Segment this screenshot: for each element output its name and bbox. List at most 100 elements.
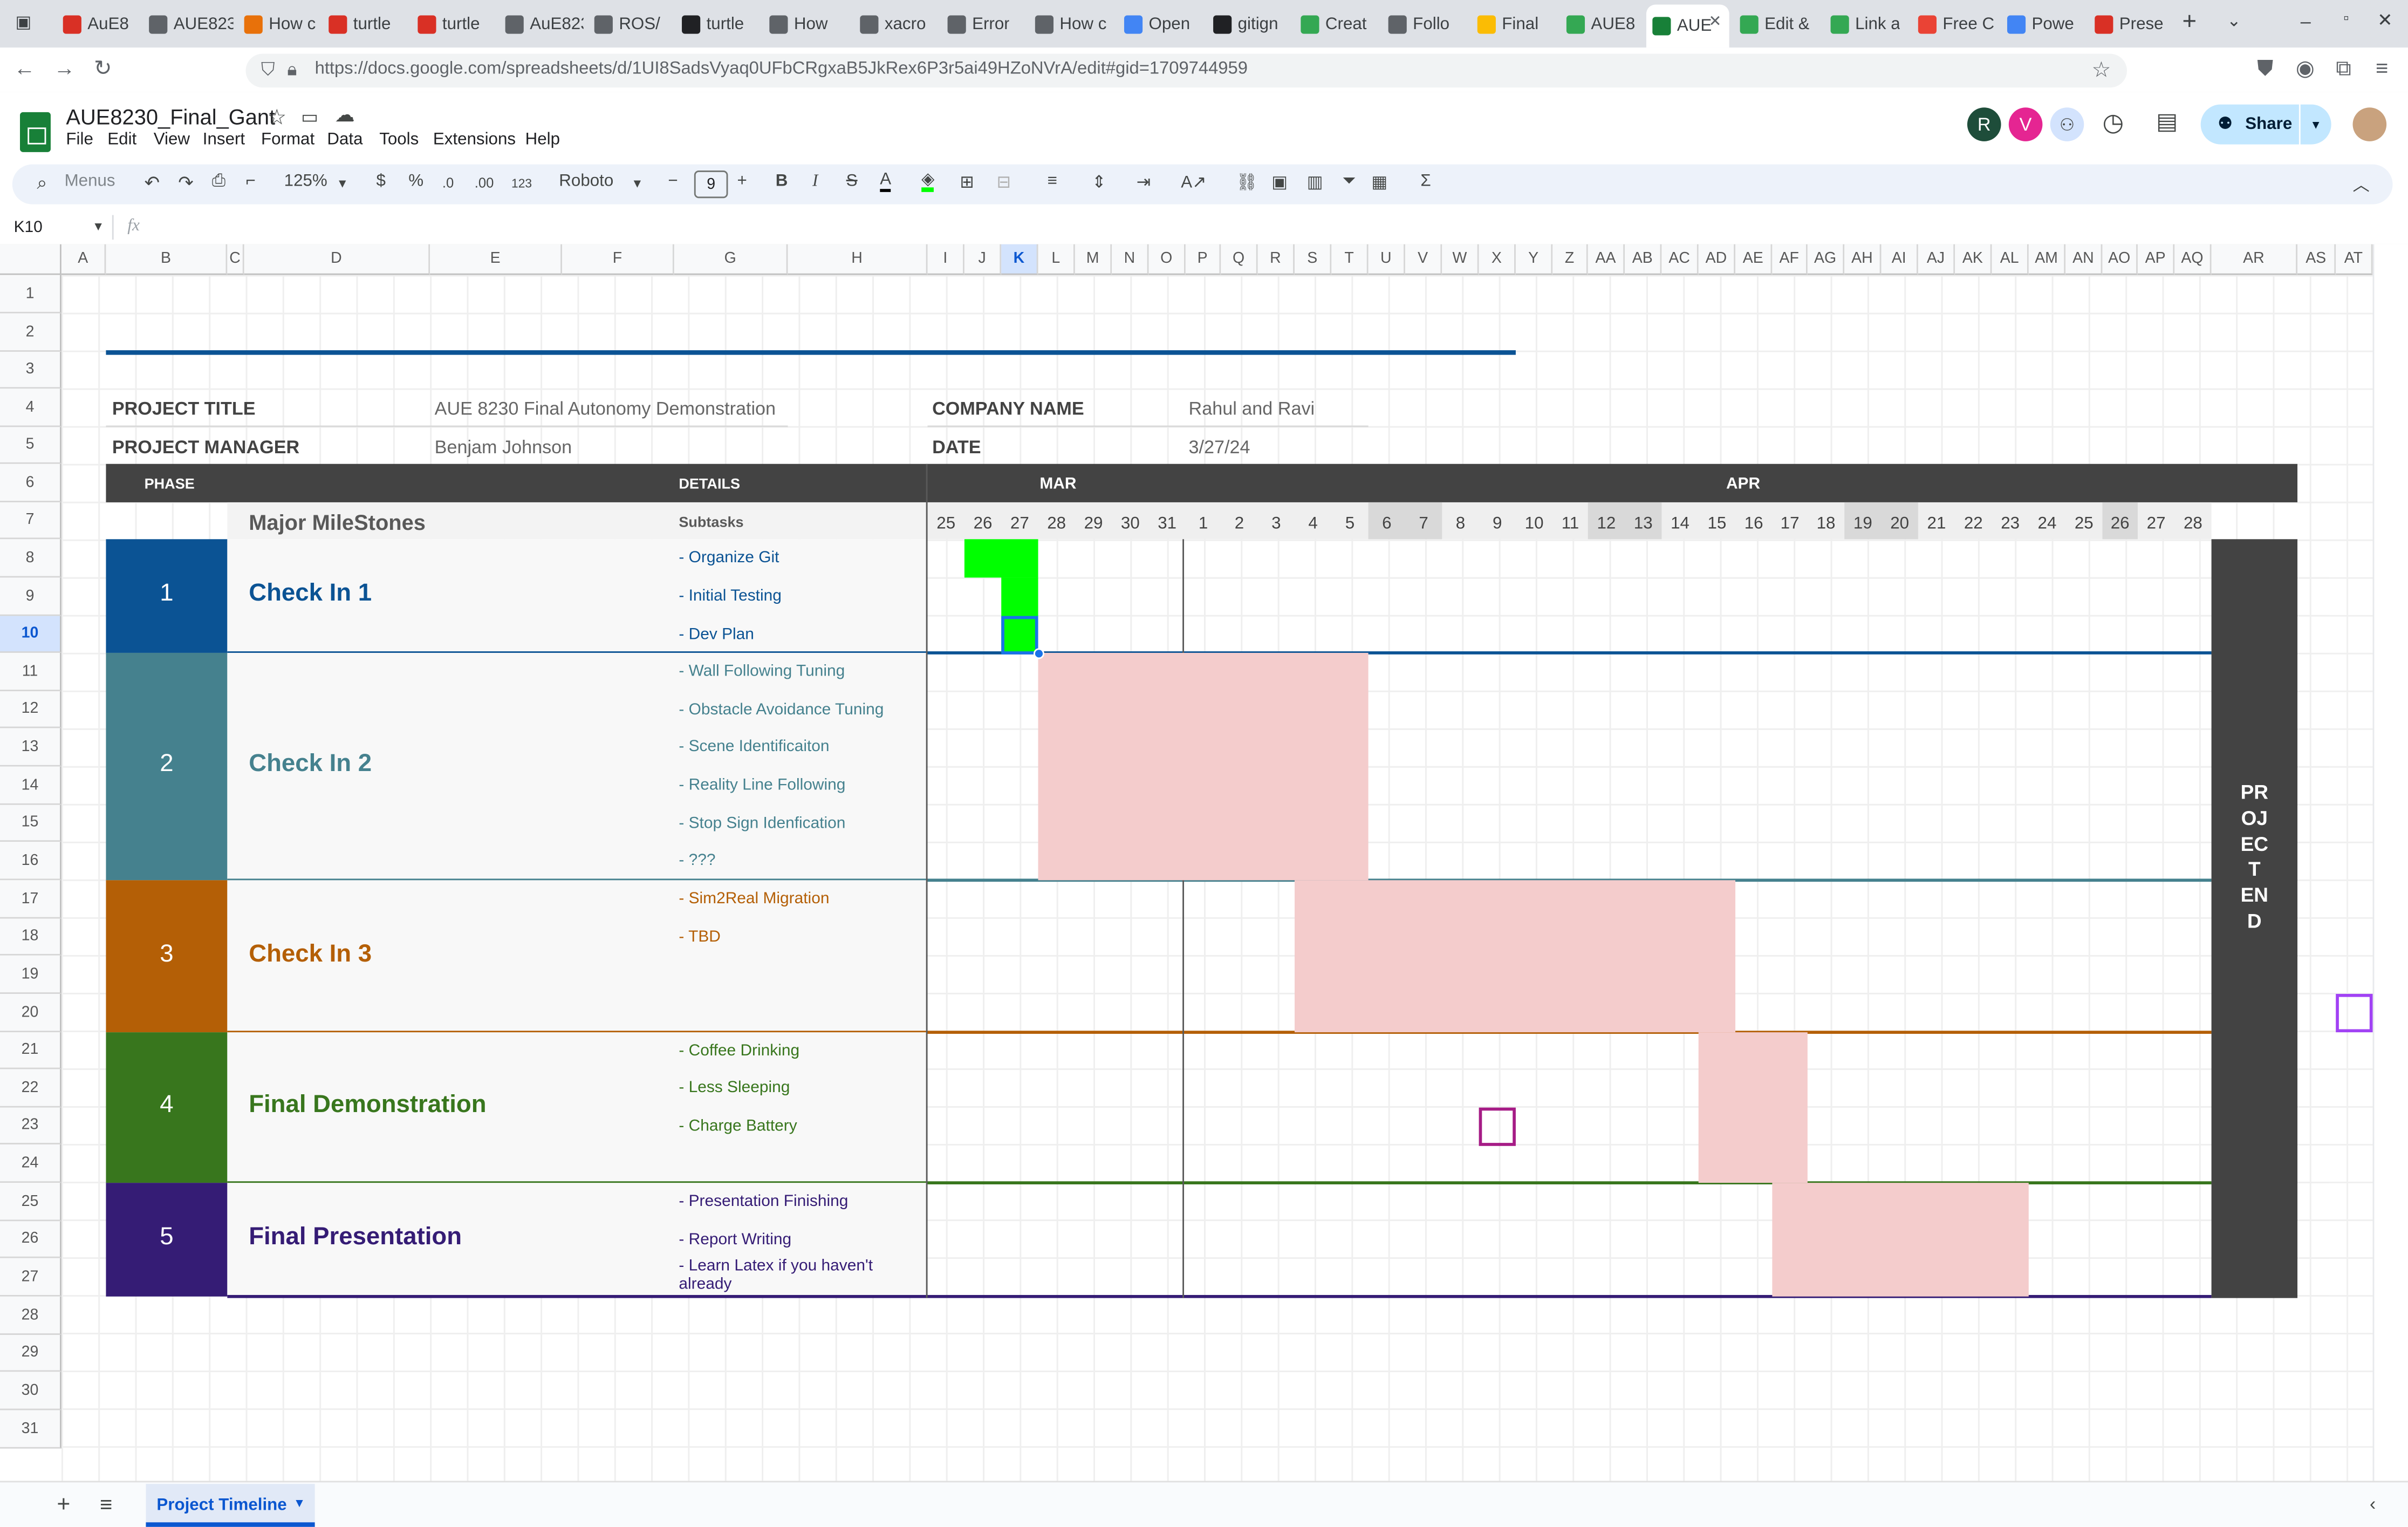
merge-cells-icon[interactable]: ⊟	[997, 172, 1011, 192]
insert-chart-icon[interactable]: ▥	[1307, 172, 1323, 192]
italic-button[interactable]: I	[812, 172, 818, 190]
browser-tab[interactable]: How c	[238, 5, 318, 43]
menu-insert[interactable]: Insert	[203, 131, 245, 149]
borders-icon[interactable]: ⊞	[960, 172, 974, 192]
avatar[interactable]: R	[1967, 107, 2001, 141]
browser-tab[interactable]: turtle	[412, 5, 495, 43]
selected-cell-k10[interactable]	[1001, 616, 1038, 655]
tab-overview-icon[interactable]: ▣	[15, 12, 31, 32]
paint-format-icon[interactable]: ⌐	[246, 172, 256, 190]
zoom-dropdown-icon[interactable]: ▼	[336, 176, 348, 190]
number-format-button[interactable]: 123	[511, 176, 532, 190]
functions-button[interactable]: Σ	[1420, 172, 1431, 190]
browser-tab[interactable]: How c	[1029, 5, 1113, 43]
menu-edit[interactable]: Edit	[107, 131, 136, 149]
account-icon[interactable]: ◉	[2290, 55, 2321, 81]
document-title[interactable]: AUE8230_Final_Gant	[66, 105, 275, 129]
all-sheets-icon[interactable]: ≡	[100, 1491, 112, 1516]
back-icon[interactable]: ←	[9, 55, 40, 80]
pocket-icon[interactable]: ⛊	[2250, 55, 2281, 81]
browser-tab[interactable]: gitign	[1207, 5, 1290, 43]
filter-views-icon[interactable]: ▦	[1371, 172, 1387, 192]
close-tab-icon[interactable]: ✕	[1709, 14, 1722, 31]
browser-tab[interactable]: Link a	[1824, 5, 1907, 43]
minimize-icon[interactable]: –	[2301, 11, 2311, 32]
sheet-tab-dropdown-icon[interactable]: ▼	[293, 1496, 306, 1510]
percent-button[interactable]: %	[408, 172, 423, 190]
name-box[interactable]: K10	[14, 218, 43, 236]
font-dropdown-icon[interactable]: ▼	[631, 176, 644, 190]
browser-tab[interactable]: Final	[1471, 5, 1556, 43]
browser-tab[interactable]: AUE8230	[143, 5, 234, 43]
menu-extensions[interactable]: Extensions	[433, 131, 516, 149]
font-size-increase-button[interactable]: +	[737, 172, 747, 190]
avatar[interactable]	[2352, 107, 2387, 141]
browser-menu-icon[interactable]: ≡	[2366, 55, 2397, 80]
browser-tab[interactable]: turtle	[323, 5, 407, 43]
new-tab-icon[interactable]: +	[2183, 9, 2197, 37]
menus-search[interactable]: Menus	[65, 172, 115, 190]
extensions-icon[interactable]: ⧉	[2328, 55, 2359, 81]
browser-tab[interactable]: Free C	[1912, 5, 1996, 43]
browser-tab[interactable]: AuE8	[57, 5, 138, 43]
font-size-decrease-button[interactable]: −	[668, 172, 678, 190]
reload-icon[interactable]: ↻	[87, 55, 118, 81]
collapse-toolbar-icon[interactable]: ︿	[2353, 172, 2370, 197]
vertical-scrollbar[interactable]	[2372, 244, 2408, 1481]
fill-handle[interactable]	[1033, 648, 1044, 659]
cloud-status-icon[interactable]: ☁	[335, 103, 355, 128]
browser-tab[interactable]: turtle	[676, 5, 759, 43]
comments-icon[interactable]: ▤	[2156, 107, 2178, 135]
menu-view[interactable]: View	[154, 131, 190, 149]
bold-button[interactable]: B	[776, 172, 788, 190]
browser-tab[interactable]: Prese	[2089, 5, 2170, 43]
browser-tab[interactable]: AuE8230	[499, 5, 584, 43]
version-history-icon[interactable]: ◷	[2102, 107, 2124, 138]
redo-icon[interactable]: ↷	[178, 172, 194, 194]
lock-icon[interactable]: 🔒︎	[287, 58, 297, 81]
vertical-align-icon[interactable]: ⇕	[1092, 172, 1106, 192]
sheets-logo-icon[interactable]	[20, 112, 51, 152]
font-select[interactable]: Roboto	[559, 172, 613, 190]
text-color-button[interactable]: A	[880, 171, 892, 192]
search-icon[interactable]: ⌕	[37, 172, 47, 195]
currency-button[interactable]: $	[377, 172, 386, 190]
name-box-dropdown-icon[interactable]: ▼	[92, 220, 105, 234]
share-button[interactable]: ⚉ Share	[2200, 104, 2299, 145]
undo-icon[interactable]: ↶	[145, 172, 160, 194]
text-rotation-icon[interactable]: A↗	[1181, 172, 1206, 192]
strikethrough-button[interactable]: S	[846, 172, 858, 190]
browser-tab[interactable]: xacro	[854, 5, 937, 43]
menu-format[interactable]: Format	[261, 131, 314, 149]
move-folder-icon[interactable]: ▭	[301, 106, 318, 127]
shield-icon[interactable]: ⛉	[261, 58, 275, 81]
collaborators-icon[interactable]: ⚇	[2050, 107, 2084, 141]
browser-tab[interactable]: AUE ✕	[1646, 4, 1729, 48]
browser-tab[interactable]: Creat	[1295, 5, 1378, 43]
insert-comment-icon[interactable]: ▣	[1271, 172, 1288, 192]
spreadsheet-grid[interactable]: A B C D E F G H I J K L M N O P Q R S T U V W X Y Z AA AB AC AD AE AF AG…	[0, 244, 2373, 1481]
browser-tab[interactable]: Powe	[2001, 5, 2084, 43]
decrease-decimal-button[interactable]: .0	[442, 175, 454, 190]
browser-tab[interactable]: Edit &	[1734, 5, 1819, 43]
forward-icon[interactable]: →	[49, 55, 80, 80]
star-icon[interactable]: ☆	[267, 105, 286, 131]
font-size-input[interactable]: 9	[694, 171, 728, 199]
close-window-icon[interactable]: ✕	[2377, 9, 2393, 31]
avatar[interactable]: V	[2008, 107, 2043, 141]
increase-decimal-button[interactable]: .00	[475, 175, 494, 190]
browser-tab[interactable]: Follo	[1382, 5, 1467, 43]
add-sheet-icon[interactable]: +	[57, 1491, 70, 1517]
browser-tab[interactable]: Error	[941, 5, 1024, 43]
menu-help[interactable]: Help	[525, 131, 560, 149]
share-dropdown-icon[interactable]: ▾	[2300, 104, 2331, 145]
maximize-icon[interactable]: ▫	[2343, 11, 2349, 28]
bookmark-star-icon[interactable]: ☆	[2092, 57, 2111, 83]
print-icon[interactable]: ⎙	[212, 172, 225, 192]
text-wrap-icon[interactable]: ⇥	[1137, 172, 1151, 192]
sheet-tab-project-timeline[interactable]: Project Timeline ▼	[146, 1484, 315, 1527]
browser-tab[interactable]: AUE8	[1560, 5, 1641, 43]
insert-link-icon[interactable]: ⛓	[1236, 172, 1258, 192]
address-bar[interactable]: ⛉ 🔒︎ https://docs.google.com/spreadsheet…	[245, 53, 2127, 88]
zoom-select[interactable]: 125%	[284, 172, 327, 190]
